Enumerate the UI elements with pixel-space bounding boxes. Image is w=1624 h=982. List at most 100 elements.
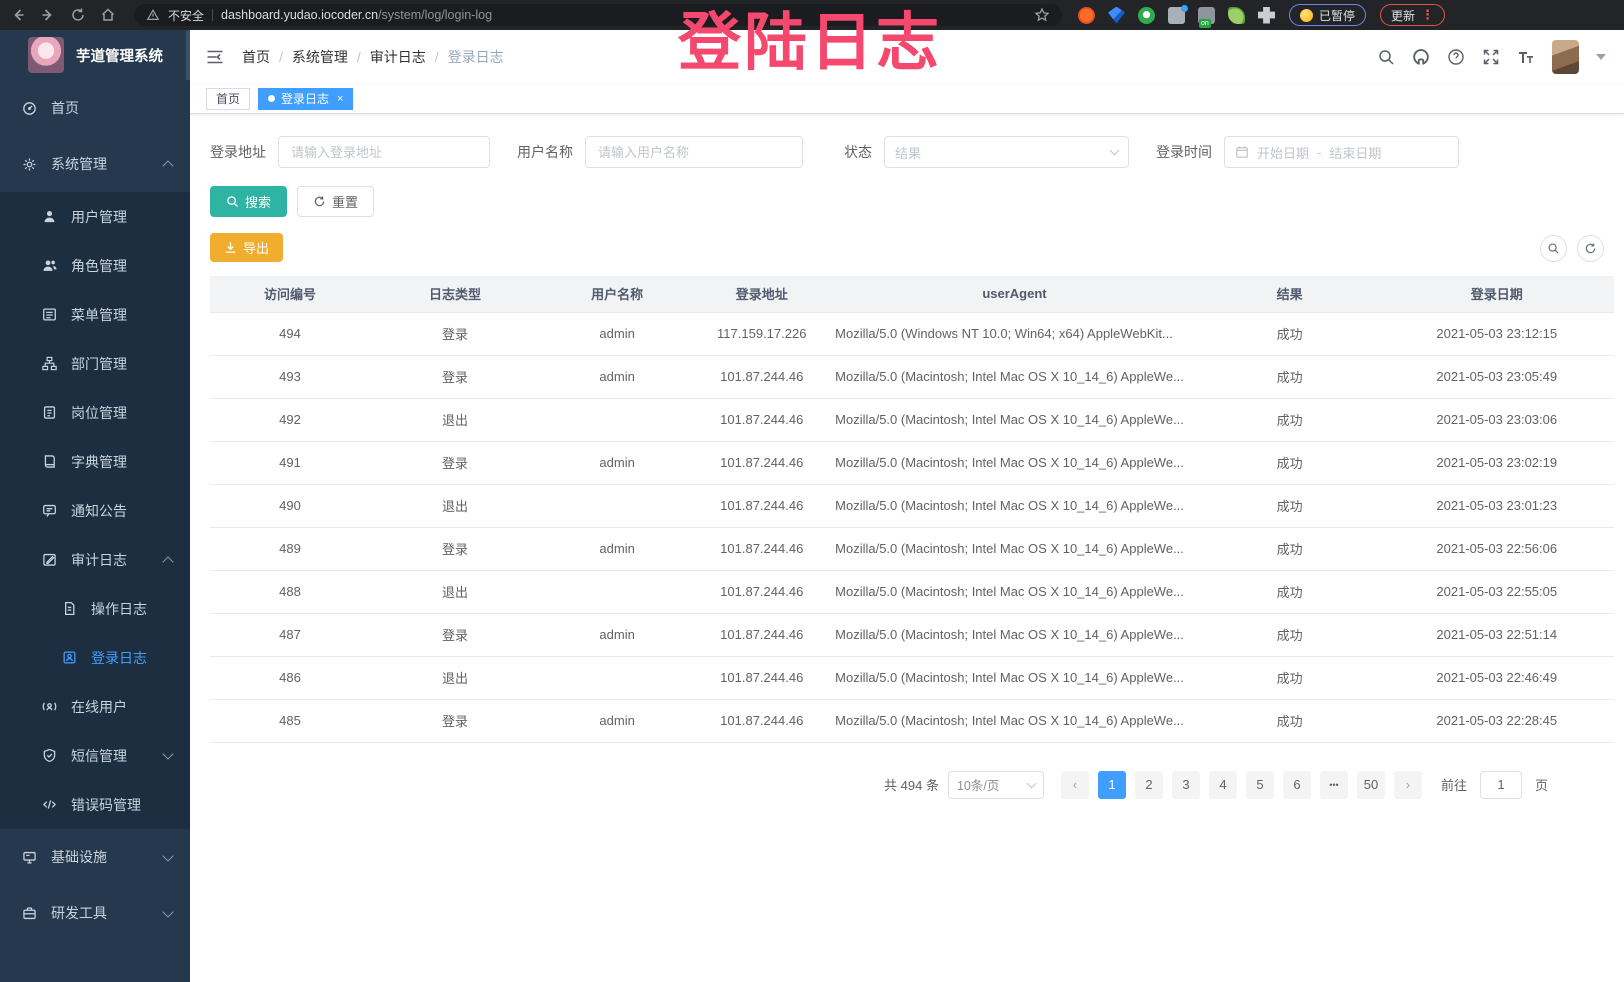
app-title: 芋道管理系统 (76, 45, 163, 66)
sidebar-item-dev-tools[interactable]: 研发工具 (0, 885, 190, 941)
table-row[interactable]: 494登录admin117.159.17.226Mozilla/5.0 (Win… (210, 312, 1614, 355)
sidebar-item-system-management[interactable]: 系统管理 (0, 136, 190, 192)
sidebar-item-error-code[interactable]: 错误码管理 (0, 780, 190, 829)
toggle-search-button[interactable] (1540, 235, 1567, 262)
sidebar-item-audit-log[interactable]: 审计日志 (0, 535, 190, 584)
tag-home[interactable]: 首页 (206, 88, 250, 110)
home-icon[interactable] (100, 7, 116, 23)
github-icon[interactable] (1412, 48, 1430, 66)
date-range-picker[interactable]: 开始日期 - 结束日期 (1224, 136, 1459, 168)
security-warning-label: 不安全 (168, 7, 204, 24)
sidebar-item-home[interactable]: 首页 (0, 80, 190, 136)
sidebar-item-user-management[interactable]: 用户管理 (0, 192, 190, 241)
extension-icon-puzzle[interactable] (1258, 7, 1275, 24)
filter-label: 状态 (844, 142, 872, 162)
browser-update-chip[interactable]: 更新 ⋮ (1380, 4, 1445, 26)
sidebar-item-dept-management[interactable]: 部门管理 (0, 339, 190, 388)
back-icon[interactable] (10, 7, 26, 23)
tags-view-bar: 首页 登录日志 × (190, 84, 1624, 114)
table-row[interactable]: 489登录admin101.87.244.46Mozilla/5.0 (Maci… (210, 527, 1614, 570)
reset-button[interactable]: 重置 (297, 186, 374, 217)
filter-form: 登录地址 用户名称 状态 结果 登 (190, 114, 1624, 168)
export-button[interactable]: 导出 (210, 233, 283, 262)
sidebar-item-sms-management[interactable]: 短信管理 (0, 731, 190, 780)
refresh-table-button[interactable] (1577, 235, 1604, 262)
table-row[interactable]: 487登录admin101.87.244.46Mozilla/5.0 (Maci… (210, 613, 1614, 656)
sidebar-item-label: 基础设施 (51, 847, 107, 867)
search-button-label: 搜索 (245, 192, 271, 211)
goto-page-input[interactable] (1480, 771, 1522, 799)
status-select[interactable]: 结果 (884, 136, 1129, 168)
username-input[interactable] (585, 136, 803, 168)
tag-label: 首页 (216, 90, 240, 107)
sidebar-item-menu-management[interactable]: 菜单管理 (0, 290, 190, 339)
next-page-button[interactable]: › (1394, 771, 1422, 799)
sidebar-menu: 首页 系统管理 用户管理 角色管理 (0, 80, 190, 941)
table-row[interactable]: 486退出101.87.244.46Mozilla/5.0 (Macintosh… (210, 656, 1614, 699)
sidebar-item-login-log[interactable]: 登录日志 (0, 633, 190, 682)
bookmark-star-icon[interactable] (1034, 7, 1050, 23)
sidebar-item-operation-log[interactable]: 操作日志 (0, 584, 190, 633)
breadcrumb-item[interactable]: 系统管理 (292, 47, 348, 67)
chevron-down-icon (1110, 146, 1120, 156)
table-row[interactable]: 485登录admin101.87.244.46Mozilla/5.0 (Maci… (210, 699, 1614, 742)
avatar-caret-icon[interactable] (1596, 54, 1606, 60)
page-button-1[interactable]: 1 (1098, 771, 1126, 799)
cell-user (540, 398, 694, 441)
dictionary-icon (42, 454, 57, 469)
page-button-2[interactable]: 2 (1135, 771, 1163, 799)
extension-icon-list[interactable]: on (1198, 7, 1215, 24)
breadcrumb-separator: / (435, 49, 439, 65)
profile-paused-chip[interactable]: 已暂停 (1289, 4, 1366, 26)
table-row[interactable]: 492退出101.87.244.46Mozilla/5.0 (Macintosh… (210, 398, 1614, 441)
page-button-5[interactable]: 5 (1246, 771, 1274, 799)
reload-icon[interactable] (70, 7, 86, 23)
breadcrumb-item[interactable]: 首页 (242, 47, 270, 67)
table-row[interactable]: 490退出101.87.244.46Mozilla/5.0 (Macintosh… (210, 484, 1614, 527)
page-button-50[interactable]: 50 (1357, 771, 1385, 799)
cell-useragent: Mozilla/5.0 (Macintosh; Intel Mac OS X 1… (829, 570, 1200, 613)
sidebar-toggle-icon[interactable] (206, 49, 224, 65)
online-users-icon (42, 699, 57, 714)
app-logo-row[interactable]: 芋道管理系统 (0, 30, 190, 80)
search-button[interactable]: 搜索 (210, 186, 287, 217)
browser-menu-icon[interactable]: ⋮ (1421, 7, 1434, 23)
page-button-6[interactable]: 6 (1283, 771, 1311, 799)
forward-icon[interactable] (40, 7, 56, 23)
font-size-icon[interactable] (1517, 48, 1535, 66)
cell-result: 成功 (1200, 613, 1380, 656)
sidebar-item-role-management[interactable]: 角色管理 (0, 241, 190, 290)
login-address-input[interactable] (278, 136, 490, 168)
prev-page-button[interactable]: ‹ (1061, 771, 1089, 799)
table-row[interactable]: 491登录admin101.87.244.46Mozilla/5.0 (Maci… (210, 441, 1614, 484)
page-size-select[interactable]: 10条/页 (948, 771, 1044, 799)
table-toolbar: 导出 (190, 217, 1624, 262)
extension-icon-sprout[interactable] (1228, 7, 1245, 24)
tag-close-icon[interactable]: × (337, 93, 343, 105)
chevron-down-icon (162, 906, 173, 917)
table-row[interactable]: 493登录admin101.87.244.46Mozilla/5.0 (Maci… (210, 355, 1614, 398)
more-pages-button[interactable]: ••• (1320, 771, 1348, 799)
extension-on-badge: on (1199, 19, 1211, 28)
sidebar-item-dict-management[interactable]: 字典管理 (0, 437, 190, 486)
fullscreen-icon[interactable] (1482, 48, 1500, 66)
page-button-4[interactable]: 4 (1209, 771, 1237, 799)
help-icon[interactable] (1447, 48, 1465, 66)
avatar[interactable] (1552, 40, 1579, 74)
breadcrumb-item[interactable]: 审计日志 (370, 47, 426, 67)
cell-user: admin (540, 699, 694, 742)
table-row[interactable]: 488退出101.87.244.46Mozilla/5.0 (Macintosh… (210, 570, 1614, 613)
cell-date: 2021-05-03 22:46:49 (1380, 656, 1615, 699)
sidebar-item-online-users[interactable]: 在线用户 (0, 682, 190, 731)
page-button-3[interactable]: 3 (1172, 771, 1200, 799)
extension-icon-green[interactable] (1138, 7, 1155, 24)
tag-login-log[interactable]: 登录日志 × (258, 88, 353, 110)
extension-icon-gem[interactable] (1108, 7, 1125, 24)
sidebar-item-notice[interactable]: 通知公告 (0, 486, 190, 535)
search-icon[interactable] (1377, 48, 1395, 66)
sidebar-item-infrastructure[interactable]: 基础设施 (0, 829, 190, 885)
extension-icon-grid[interactable] (1168, 7, 1185, 24)
sidebar-item-post-management[interactable]: 岗位管理 (0, 388, 190, 437)
sidebar-item-label: 研发工具 (51, 903, 107, 923)
extension-icon-orange[interactable] (1078, 7, 1095, 24)
